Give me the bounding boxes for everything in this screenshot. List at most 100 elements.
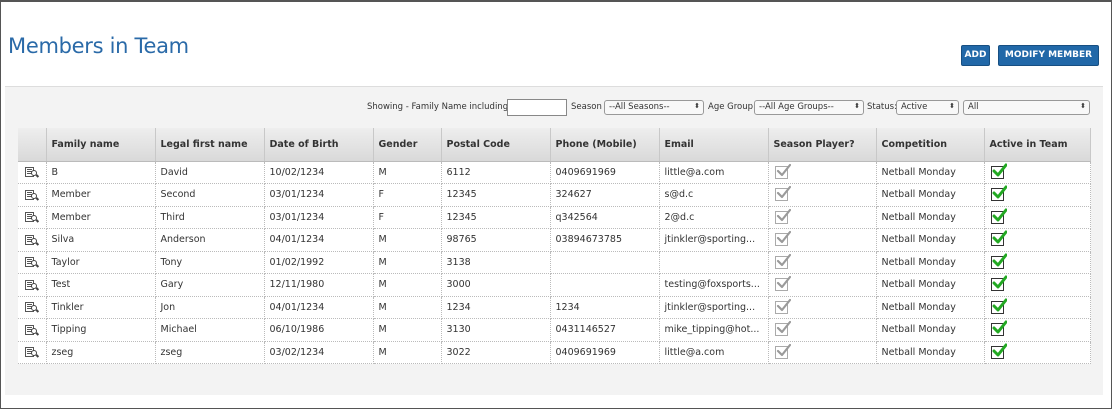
cell-active-in-team[interactable] <box>984 318 1091 342</box>
cell-active-in-team[interactable] <box>984 161 1091 184</box>
row-view-cell[interactable] <box>18 251 47 274</box>
cell-dob: 04/01/1234 <box>264 228 374 252</box>
cell-postal: 6112 <box>441 161 551 184</box>
column-header-gender[interactable]: Gender <box>373 128 442 162</box>
cell-phone: 03894673785 <box>550 228 660 252</box>
cell-phone: 324627 <box>550 183 660 207</box>
row-view-cell[interactable] <box>18 183 47 207</box>
cell-gender: M <box>373 161 442 184</box>
cell-first: David <box>155 161 265 184</box>
cell-phone: 0431146527 <box>550 318 660 342</box>
table-row[interactable]: Member Third 03/01/1234 F 12345 q342564 2@d.c N… <box>18 206 1091 229</box>
table-row[interactable]: Test Gary 12/11/1980 M 3000 testing@foxsports… <box>18 273 1091 297</box>
cell-postal: 1234 <box>441 296 551 319</box>
column-header-legal-first-name[interactable]: Legal first name <box>155 128 265 162</box>
cell-gender: F <box>373 183 442 207</box>
cell-first: Second <box>155 183 265 207</box>
checkbox-checked-green-icon[interactable] <box>990 185 1007 202</box>
season-filter-label: Season <box>571 102 602 112</box>
add-button[interactable]: ADD <box>961 45 990 66</box>
column-header-active-in-team[interactable]: Active in Team <box>984 128 1091 162</box>
row-view-cell[interactable] <box>18 273 47 297</box>
cell-postal: 98765 <box>441 228 551 252</box>
cell-family: B <box>46 161 156 184</box>
table-row[interactable]: Tipping Michael 06/10/1986 M 3130 0431146527 m… <box>18 318 1091 342</box>
extra-filter-select[interactable]: All ⬍ <box>963 100 1090 115</box>
cell-competition: Netball Monday <box>876 183 985 207</box>
table-row[interactable]: Taylor Tony 01/02/1992 M 3138 Netball Monday <box>18 251 1091 274</box>
table-row[interactable]: Member Second 03/01/1234 F 12345 324627 s@d.c N… <box>18 183 1091 207</box>
checkbox-checked-green-icon[interactable] <box>990 208 1007 224</box>
cell-postal: 12345 <box>441 183 551 207</box>
cell-active-in-team[interactable] <box>984 251 1091 274</box>
checkbox-checked-green-icon[interactable] <box>990 298 1007 314</box>
column-header-family-name[interactable]: Family name <box>46 128 156 162</box>
view-record-icon[interactable] <box>24 324 39 336</box>
table-row[interactable]: Silva Anderson 04/01/1234 M 98765 03894673785… <box>18 228 1091 252</box>
cell-family: Taylor <box>46 251 156 274</box>
checkbox-checked-green-icon[interactable] <box>990 230 1007 247</box>
modify-member-list-button[interactable]: MODIFY MEMBER LIST <box>998 45 1099 79</box>
view-record-icon[interactable] <box>24 302 39 313</box>
cell-family: Test <box>46 273 156 297</box>
table-row[interactable]: B David 10/02/1234 M 6112 0409691969 little@a.… <box>18 161 1091 184</box>
row-view-cell[interactable] <box>18 341 47 364</box>
checkbox-checked-green-icon[interactable] <box>990 163 1007 179</box>
cell-competition: Netball Monday <box>876 161 985 184</box>
checkbox-checked-green-icon[interactable] <box>990 320 1007 337</box>
row-view-cell[interactable] <box>18 296 47 319</box>
cell-active-in-team[interactable] <box>984 273 1091 297</box>
view-record-icon[interactable] <box>24 189 39 201</box>
cell-phone: 0409691969 <box>550 341 660 364</box>
cell-first: zseg <box>155 341 265 364</box>
cell-phone: 1234 <box>550 296 660 319</box>
column-header-competition[interactable]: Competition <box>876 128 985 162</box>
cell-active-in-team[interactable] <box>984 341 1091 364</box>
cell-gender: M <box>373 341 442 364</box>
checkbox-checked-grey-icon <box>774 298 791 314</box>
cell-active-in-team[interactable] <box>984 206 1091 229</box>
age-group-select[interactable]: --All Age Groups-- ⬍ <box>754 100 864 115</box>
cell-first: Michael <box>155 318 265 342</box>
column-header-email[interactable]: Email <box>659 128 769 162</box>
cell-active-in-team[interactable] <box>984 228 1091 252</box>
table-row[interactable]: zseg zseg 03/02/1234 M 3022 0409691969 little@… <box>18 341 1091 364</box>
view-record-icon[interactable] <box>24 347 39 358</box>
page-title: Members in Team <box>8 34 189 58</box>
checkbox-checked-green-icon[interactable] <box>990 275 1007 292</box>
row-view-cell[interactable] <box>18 206 47 229</box>
cell-season-player <box>768 161 877 184</box>
cell-dob: 01/02/1992 <box>264 251 374 274</box>
cell-phone <box>550 251 660 274</box>
status-select[interactable]: Active ⬍ <box>896 100 959 115</box>
checkbox-checked-green-icon[interactable] <box>990 343 1007 359</box>
cell-active-in-team[interactable] <box>984 183 1091 207</box>
view-record-icon[interactable] <box>24 279 39 291</box>
family-name-filter-input[interactable] <box>507 99 567 116</box>
cell-competition: Netball Monday <box>876 273 985 297</box>
column-header-date-of-birth[interactable]: Date of Birth <box>264 128 374 162</box>
updown-arrow-icon: ⬍ <box>694 102 700 110</box>
column-header-season-player[interactable]: Season Player? <box>768 128 877 162</box>
cell-email: little@a.com <box>659 341 769 364</box>
column-header-postal-code[interactable]: Postal Code <box>441 128 551 162</box>
row-view-cell[interactable] <box>18 161 47 184</box>
view-record-icon[interactable] <box>24 167 39 178</box>
cell-email: 2@d.c <box>659 206 769 229</box>
table-row[interactable]: Tinkler Jon 04/01/1234 M 1234 1234 jtinkler@sp… <box>18 296 1091 319</box>
cell-dob: 06/10/1986 <box>264 318 374 342</box>
view-record-icon[interactable] <box>24 212 39 223</box>
season-select[interactable]: --All Seasons-- ⬍ <box>604 100 704 115</box>
checkbox-checked-grey-icon <box>774 343 791 359</box>
cell-active-in-team[interactable] <box>984 296 1091 319</box>
table-body: B David 10/02/1234 M 6112 0409691969 little@a.… <box>18 161 1091 364</box>
view-record-icon[interactable] <box>24 257 39 268</box>
age-group-filter-label: Age Group <box>708 102 754 112</box>
cell-season-player <box>768 341 877 364</box>
cell-season-player <box>768 228 877 252</box>
row-view-cell[interactable] <box>18 318 47 342</box>
row-view-cell[interactable] <box>18 228 47 252</box>
column-header-phone-mobile[interactable]: Phone (Mobile) <box>550 128 660 162</box>
view-record-icon[interactable] <box>24 234 39 246</box>
checkbox-checked-green-icon[interactable] <box>990 253 1007 269</box>
